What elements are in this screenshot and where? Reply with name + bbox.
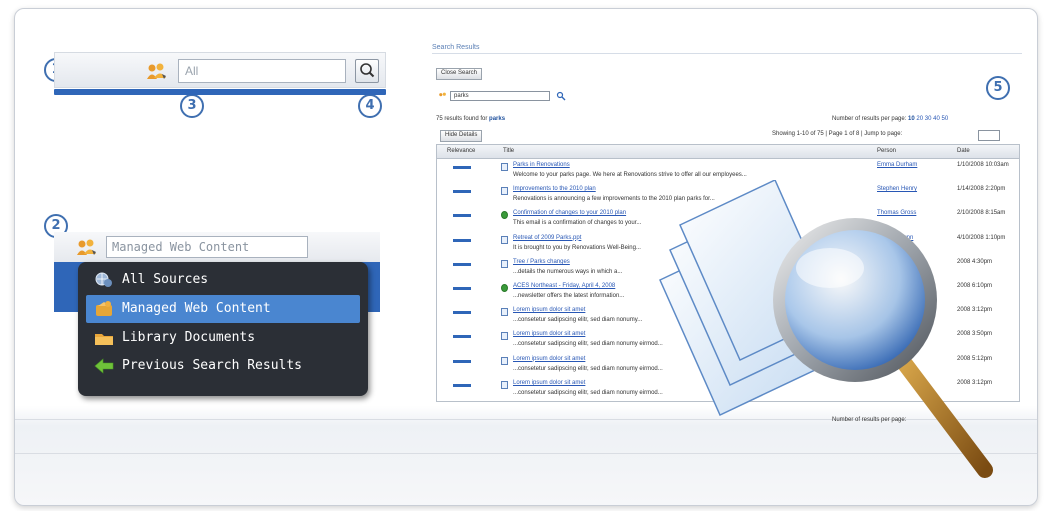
per-page-option[interactable]: 20 bbox=[916, 116, 923, 122]
relevance-fill bbox=[453, 359, 464, 363]
relevance-fill bbox=[453, 262, 467, 266]
result-description: ...consetetur sadipscing elitr, sed diam… bbox=[513, 317, 643, 324]
per-page-label: Number of results per page: bbox=[832, 116, 907, 122]
result-title-link[interactable]: Lorem ipsum dolor sit amet bbox=[513, 331, 585, 337]
column-header[interactable]: Date bbox=[957, 148, 970, 154]
scope-menu: All Sources Managed Web Content Library … bbox=[78, 262, 368, 396]
result-title-link[interactable]: Lorem ipsum dolor sit amet bbox=[513, 356, 585, 362]
showing-range: Showing 1-10 of 75 bbox=[772, 131, 824, 137]
relevance-bar bbox=[453, 359, 471, 363]
jump-page-input[interactable] bbox=[978, 130, 1000, 141]
relevance-bar bbox=[453, 166, 471, 169]
result-title-link[interactable]: Improvements to the 2010 plan bbox=[513, 186, 596, 192]
folder-icon bbox=[95, 334, 113, 345]
magnifier-icon bbox=[360, 63, 375, 78]
result-title-link[interactable]: Lorem ipsum dolor sit amet bbox=[513, 307, 585, 313]
result-description: Welcome to your parks page. We here at R… bbox=[513, 172, 747, 178]
menu-item-all-sources[interactable]: All Sources bbox=[86, 266, 360, 294]
per-page-option[interactable]: 10 bbox=[908, 116, 915, 122]
summary-query: parks bbox=[489, 116, 506, 122]
search-underline bbox=[54, 89, 386, 95]
result-title-link[interactable]: Confirmation of changes to your 2010 pla… bbox=[513, 210, 626, 216]
people-scope-icon[interactable] bbox=[146, 62, 168, 80]
per-page-option[interactable]: 30 bbox=[925, 116, 932, 122]
panel-title-text: Search Results bbox=[432, 44, 480, 51]
result-title-link[interactable]: Lorem ipsum dolor sit amet bbox=[513, 380, 585, 386]
relevance-fill bbox=[453, 335, 464, 339]
menu-item-label: Previous Search Results bbox=[122, 358, 303, 373]
green-arrow-icon bbox=[94, 358, 114, 374]
web-content-icon bbox=[96, 301, 112, 316]
relevance-fill bbox=[453, 311, 464, 315]
relevance-fill bbox=[453, 238, 467, 242]
search-button[interactable] bbox=[355, 59, 379, 83]
scope-input[interactable]: Managed Web Content bbox=[106, 236, 308, 258]
page-info: Page 1 of 8 bbox=[828, 131, 860, 137]
menu-item-label: Managed Web Content bbox=[122, 301, 271, 316]
per-page-option[interactable]: 50 bbox=[941, 116, 948, 122]
relevance-bar bbox=[453, 262, 471, 266]
result-title-link[interactable]: Parks in Renovations bbox=[513, 162, 570, 168]
document-icon bbox=[501, 235, 508, 244]
magnifier-icon[interactable] bbox=[556, 91, 566, 101]
relevance-fill bbox=[453, 166, 471, 169]
result-description: This email is a confirmation of changes … bbox=[513, 220, 642, 227]
email-icon bbox=[501, 211, 508, 220]
pagination: Showing 1-10 of 75 | Page 1 of 8 | Jump … bbox=[772, 131, 903, 137]
magnifier-documents-illustration bbox=[659, 180, 993, 478]
per-page-control: Number of results per page: 10 20 30 40 … bbox=[832, 116, 948, 122]
relevance-bar bbox=[453, 238, 471, 242]
menu-item-label: All Sources bbox=[122, 272, 209, 287]
relevance-bar bbox=[453, 190, 471, 194]
search-input[interactable]: All bbox=[178, 59, 346, 83]
globe-icon bbox=[95, 272, 112, 287]
relevance-fill bbox=[453, 383, 464, 387]
email-icon bbox=[501, 284, 508, 292]
menu-item-managed-web-content[interactable]: Managed Web Content bbox=[86, 295, 360, 323]
relevance-bar bbox=[453, 214, 471, 218]
results-summary: 75 results found for parks bbox=[436, 116, 505, 122]
per-page-option[interactable]: 40 bbox=[933, 116, 940, 122]
jump-label: Jump to page: bbox=[864, 131, 903, 137]
result-title-link[interactable]: Tree / Parks changes bbox=[513, 259, 570, 265]
document-icon bbox=[501, 308, 508, 317]
hide-details-button[interactable]: Hide Details bbox=[440, 130, 483, 142]
result-description: ...details the numerous ways in which a.… bbox=[513, 268, 623, 275]
magnifier bbox=[773, 218, 993, 478]
close-search-button[interactable]: Close Search bbox=[436, 68, 483, 80]
relevance-fill bbox=[453, 287, 467, 290]
document-icon bbox=[501, 356, 508, 365]
relevance-bar bbox=[453, 335, 471, 339]
document-icon bbox=[501, 163, 508, 171]
column-header[interactable]: Person bbox=[877, 148, 896, 154]
relevance-fill bbox=[453, 214, 467, 218]
relevance-fill bbox=[453, 190, 469, 194]
result-person-link[interactable]: Emma Durham bbox=[877, 162, 917, 168]
column-header[interactable]: Title bbox=[503, 148, 514, 154]
menu-item-previous-search-results[interactable]: Previous Search Results bbox=[86, 352, 360, 380]
query-input[interactable]: parks bbox=[450, 91, 550, 101]
column-header[interactable]: Relevance bbox=[447, 148, 475, 154]
panel-title: Search Results bbox=[432, 44, 1022, 54]
document-icon bbox=[501, 380, 508, 389]
result-description: It is brought to you by Renovations Well… bbox=[513, 244, 641, 251]
result-title-link[interactable]: Retreat of 2009 Parks.ppt bbox=[513, 235, 581, 241]
callout-4: 4 bbox=[358, 94, 382, 118]
document-icon bbox=[501, 332, 508, 341]
result-date: 1/10/2008 10:03am bbox=[957, 162, 1009, 168]
document-icon bbox=[501, 187, 508, 196]
people-scope-icon[interactable] bbox=[438, 92, 448, 100]
menu-item-label: Library Documents bbox=[122, 330, 256, 345]
menu-item-library-documents[interactable]: Library Documents bbox=[86, 324, 360, 352]
relevance-bar bbox=[453, 311, 471, 315]
callout-3: 3 bbox=[180, 94, 204, 118]
result-description: ...newsletter offers the latest informat… bbox=[513, 293, 625, 299]
relevance-bar bbox=[453, 287, 471, 290]
people-scope-icon[interactable] bbox=[76, 238, 98, 256]
result-title-link[interactable]: ACES Northeast - Friday, April 4, 2008 bbox=[513, 283, 615, 289]
document-icon bbox=[501, 259, 508, 268]
relevance-bar bbox=[453, 383, 471, 387]
table-header: Relevance Title Person Date bbox=[437, 145, 1019, 159]
summary-prefix: 75 results found for bbox=[436, 116, 488, 122]
